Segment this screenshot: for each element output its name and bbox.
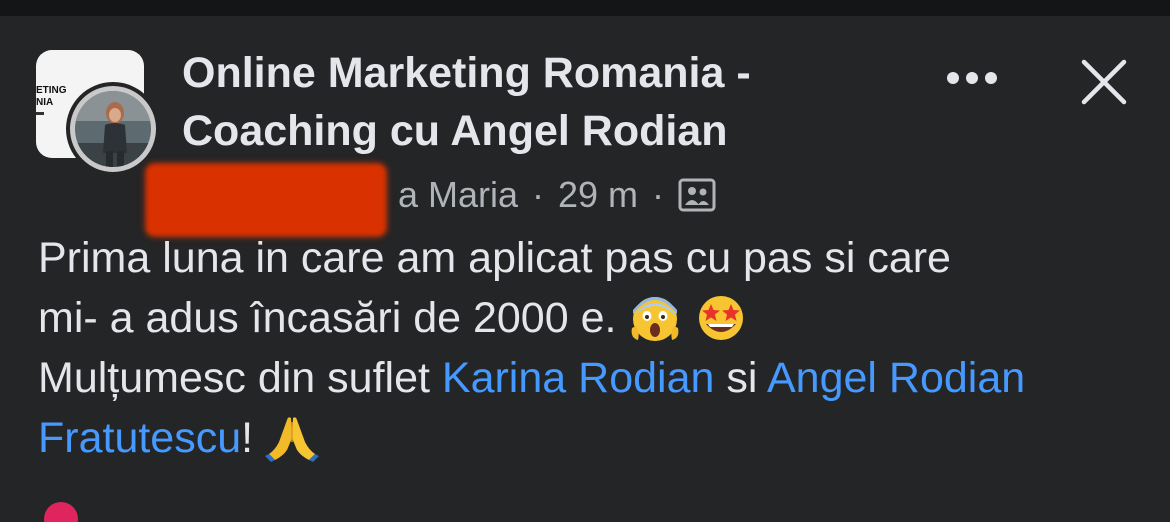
post-text-connector: si: [714, 354, 767, 402]
group-logo-text: ETING NIA: [36, 85, 67, 108]
redaction-mark: [146, 164, 386, 236]
group-name[interactable]: Online Marketing Romania - Coaching cu A…: [182, 44, 902, 160]
meta-separator: ·: [532, 174, 544, 215]
close-button[interactable]: [1074, 52, 1134, 112]
folded-hands-icon: [265, 412, 320, 462]
group-members-icon: [678, 176, 716, 214]
post-text-line: Prima luna in care am aplicat pas cu pas…: [38, 234, 951, 282]
post-text-line: mi- a adus încasări de 2000 e.: [38, 294, 617, 342]
post-text-line: Mulțumesc din suflet: [38, 354, 442, 402]
more-options-button[interactable]: [942, 58, 1002, 98]
author-avatar[interactable]: [66, 82, 160, 176]
star-struck-icon: [694, 292, 748, 342]
close-icon: [1081, 59, 1127, 105]
meta-separator: ·: [652, 174, 665, 215]
more-options-icon: [947, 72, 997, 84]
post-text-suffix: !: [241, 414, 254, 462]
post-time[interactable]: 29 m: [558, 174, 638, 216]
author-photo: [75, 91, 151, 167]
mention-karina-rodian[interactable]: Karina Rodian: [442, 354, 715, 402]
face-screaming-in-fear-icon: [628, 292, 682, 342]
group-logo-mark: [36, 112, 44, 115]
post-text: Prima luna in care am aplicat pas cu pas…: [38, 228, 1138, 468]
top-strip: [0, 0, 1170, 16]
